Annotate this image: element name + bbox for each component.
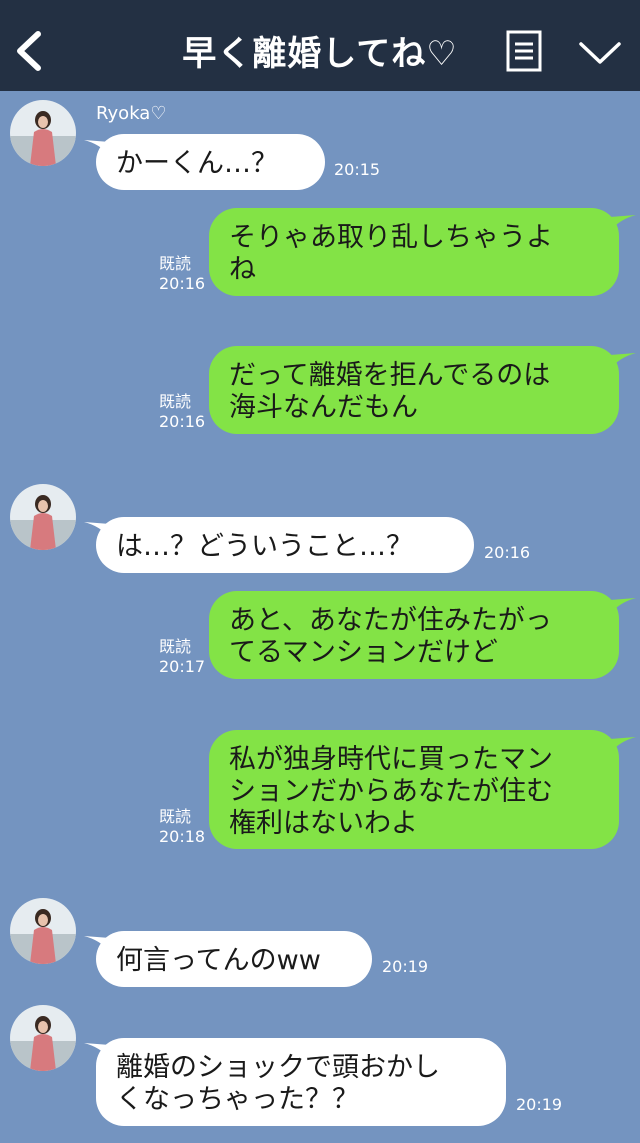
chevron-down-icon[interactable] — [578, 40, 622, 66]
read-receipt: 既読 20:17 — [159, 637, 205, 677]
message-time: 20:15 — [334, 160, 381, 179]
message-bubble[interactable]: だって離婚を拒んでるのは 海斗なんだもん — [209, 346, 619, 434]
avatar-photo — [10, 484, 76, 550]
read-receipt: 既読 20:16 — [159, 254, 205, 294]
read-label: 既読 — [159, 392, 192, 411]
read-receipt: 既読 20:18 — [159, 807, 205, 847]
avatar[interactable] — [10, 1005, 76, 1071]
message-incoming: Ryoka♡ かーくん…？ 20:15 — [0, 100, 640, 195]
bubble-tail — [610, 353, 636, 369]
read-receipt: 既読 20:16 — [159, 392, 205, 432]
sender-name: Ryoka♡ — [96, 103, 167, 124]
message-time: 20:16 — [484, 543, 531, 562]
message-bubble[interactable]: あと、あなたが住みたがっ てるマンションだけど — [209, 591, 619, 679]
chat-title: 早く離婚してね♡ — [182, 34, 458, 74]
avatar-photo — [10, 1005, 76, 1071]
message-outgoing: 既読 20:17 あと、あなたが住みたがっ てるマンションだけど — [0, 590, 640, 680]
read-label: 既読 — [159, 254, 192, 273]
message-bubble[interactable]: そりゃあ取り乱しちゃうよ ね — [209, 208, 619, 296]
message-time: 20:19 — [516, 1095, 563, 1114]
list-icon[interactable] — [506, 30, 542, 72]
avatar[interactable] — [10, 100, 76, 166]
message-outgoing: 既読 20:18 私が独身時代に買ったマン ションだからあなたが住む 権利はないわ… — [0, 729, 640, 851]
message-time: 20:19 — [382, 957, 429, 976]
message-bubble[interactable]: 何言ってんのww — [96, 931, 372, 987]
message-time: 20:18 — [159, 827, 206, 846]
message-bubble[interactable]: かーくん…？ — [96, 134, 325, 190]
message-bubble[interactable]: 離婚のショックで頭おかし くなっちゃった？？ — [96, 1038, 506, 1126]
message-outgoing: 既読 20:16 そりゃあ取り乱しちゃうよ ね — [0, 207, 640, 297]
read-label: 既読 — [159, 637, 192, 656]
message-bubble[interactable]: 私が独身時代に買ったマン ションだからあなたが住む 権利はないわよ — [209, 730, 619, 849]
bubble-tail — [610, 737, 636, 753]
bubble-tail — [610, 598, 636, 614]
chat-header: 早く離婚してね♡ — [0, 0, 640, 91]
message-time: 20:16 — [159, 412, 206, 431]
read-label: 既読 — [159, 807, 192, 826]
message-time: 20:16 — [159, 274, 206, 293]
message-time: 20:17 — [159, 657, 206, 676]
avatar-photo — [10, 898, 76, 964]
message-bubble[interactable]: は…？どういうこと…？ — [96, 517, 474, 573]
bubble-tail — [610, 215, 636, 231]
chevron-left-icon[interactable] — [14, 30, 44, 72]
message-incoming: 離婚のショックで頭おかし くなっちゃった？？ 20:19 — [0, 1005, 640, 1130]
message-incoming: は…？どういうこと…？ 20:16 — [0, 484, 640, 579]
avatar-photo — [10, 100, 76, 166]
avatar[interactable] — [10, 898, 76, 964]
message-outgoing: 既読 20:16 だって離婚を拒んでるのは 海斗なんだもん — [0, 345, 640, 435]
avatar[interactable] — [10, 484, 76, 550]
message-incoming: 何言ってんのww 20:19 — [0, 898, 640, 993]
